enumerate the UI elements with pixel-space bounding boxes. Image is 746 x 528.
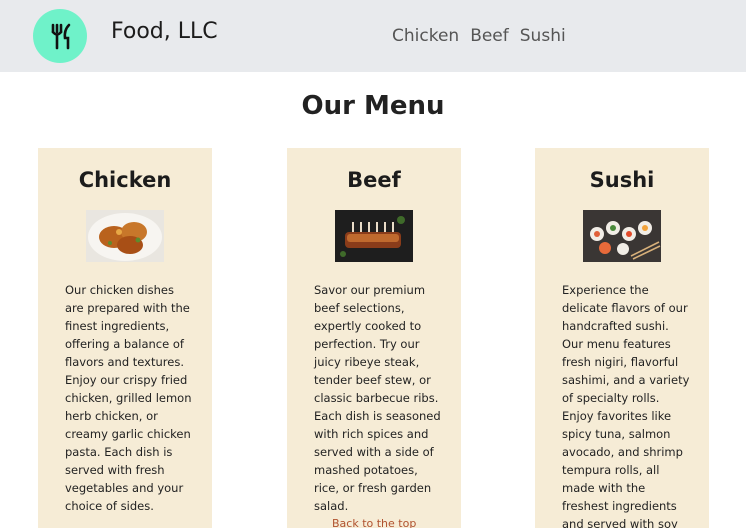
card-title: Sushi [589,168,655,192]
nav-link-beef[interactable]: Beef [470,26,509,46]
page-title: Our Menu [301,91,445,121]
card-description: Our chicken dishes are prepared with the… [65,283,192,513]
card-description: Experience the delicate flavors of our h… [562,283,690,528]
main-nav: Chicken Beef Sushi [392,26,566,46]
card-title: Chicken [78,168,172,192]
menu-card-beef: Beef Savor our premium beef selections, … [287,148,461,528]
site-header: Food, LLC Chicken Beef Sushi [0,0,746,72]
card-title: Beef [347,168,401,192]
menu-card-chicken: Chicken Our chicken dishes are prepared … [38,148,212,528]
nav-link-chicken[interactable]: Chicken [392,26,459,46]
menu-card-sushi: Sushi Experience the delicate flavors of… [535,148,709,528]
nav-link-sushi[interactable]: Sushi [520,26,566,46]
sushi-platter-photo [583,210,661,262]
fried-chicken-plate-photo [86,210,164,262]
logo[interactable] [33,9,87,63]
beef-ribs-photo [335,210,413,262]
card-description: Savor our premium beef selections, exper… [314,283,441,513]
fork-knife-icon [51,23,71,50]
brand-name: Food, LLC [111,19,218,44]
